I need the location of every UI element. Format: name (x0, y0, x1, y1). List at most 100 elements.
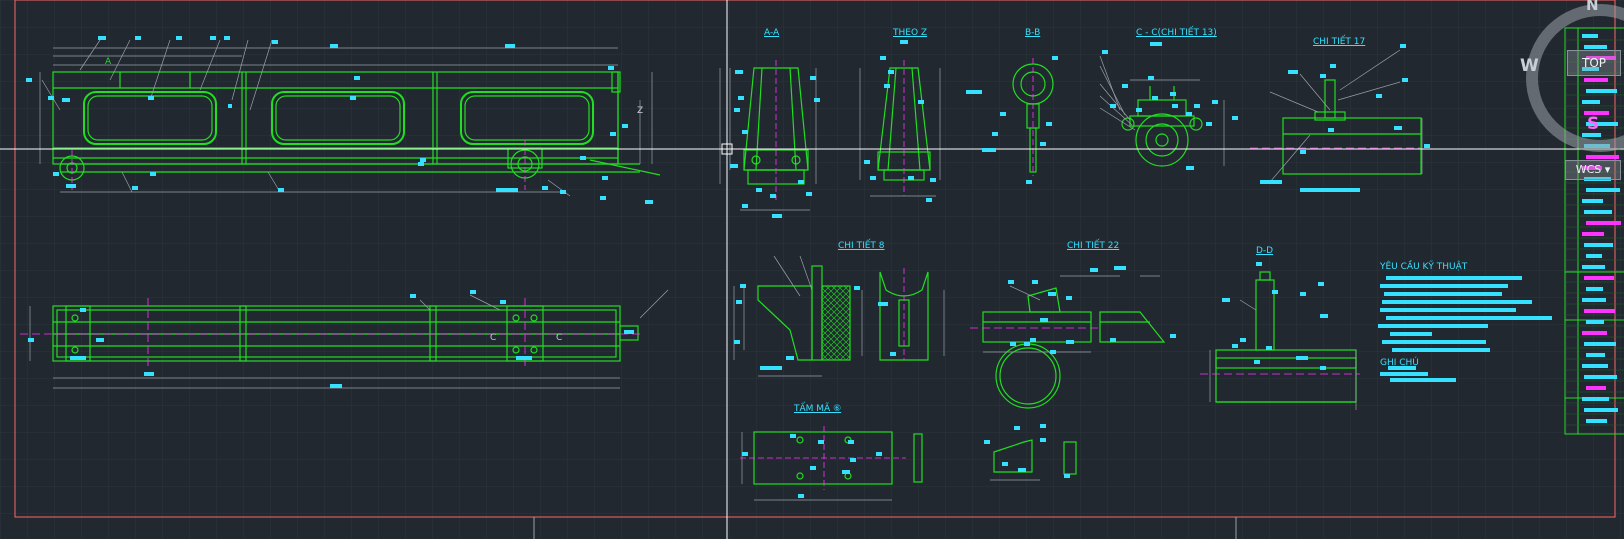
dimension-text (144, 372, 154, 376)
bom-row-text (1584, 408, 1618, 412)
dimension-text (854, 286, 860, 290)
dimension-text (1030, 338, 1036, 342)
dimension-text (1212, 100, 1218, 104)
dimension-text (1232, 116, 1238, 120)
chevron-down-icon: ▾ (1604, 163, 1611, 176)
dimension-text (602, 176, 608, 180)
bom-row-text (1582, 331, 1607, 335)
dimension-text (1320, 366, 1326, 370)
dimension-text (1330, 64, 1336, 68)
dimension-text (1296, 356, 1308, 360)
title-view-z: THEO Z (893, 28, 928, 38)
dimension-text (1394, 126, 1402, 130)
dimension-text (878, 302, 888, 306)
dimension-text (1376, 94, 1382, 98)
dimension-text (516, 356, 532, 360)
dimension-text (900, 40, 908, 44)
dimension-text (272, 40, 278, 44)
viewcube-top-face[interactable]: TOP (1567, 50, 1621, 76)
dimension-text (1026, 180, 1032, 184)
dimension-text (984, 440, 990, 444)
dimension-text (496, 188, 518, 192)
dimension-text (1048, 292, 1056, 296)
dimension-text (1114, 266, 1126, 270)
dimension-text (224, 36, 230, 40)
dimension-text (735, 70, 743, 74)
dimension-text (1052, 56, 1058, 60)
dimension-text (1018, 468, 1026, 472)
bom-row-text (1584, 276, 1614, 280)
requirement-text-line (1382, 340, 1486, 344)
dimension-text (1136, 108, 1142, 112)
dimension-text (1002, 462, 1008, 466)
bom-row-text (1586, 254, 1602, 258)
dimension-text (1064, 474, 1070, 478)
bom-row-text (1582, 364, 1608, 368)
dimension-text (1232, 344, 1238, 348)
dimension-text (966, 90, 982, 94)
dimension-text (1206, 122, 1212, 126)
dimension-text (1170, 92, 1176, 96)
dimension-text (1272, 290, 1278, 294)
dimension-text (1010, 342, 1016, 346)
dimension-text (806, 192, 812, 196)
bom-row-text (1584, 243, 1613, 247)
viewcube-west[interactable]: W (1520, 56, 1539, 76)
dimension-text (560, 190, 566, 194)
bom-row-text (1582, 199, 1603, 203)
dimension-text (28, 338, 34, 342)
dimension-text (772, 214, 782, 218)
dimension-text (135, 36, 141, 40)
requirement-text-line (1390, 332, 1432, 336)
dimension-text (888, 70, 894, 74)
bom-row-text (1586, 287, 1603, 291)
dimension-text (622, 124, 628, 128)
dimension-text (610, 132, 616, 136)
dimension-text (26, 78, 32, 82)
dimension-text (756, 188, 762, 192)
dimension-text (1254, 360, 1260, 364)
title-section-b: B-B (1025, 28, 1041, 38)
dimension-text (864, 160, 870, 164)
bom-row-text (1584, 210, 1612, 214)
wcs-menu[interactable]: WCS ▾ (1565, 160, 1621, 180)
dimension-text (1320, 74, 1326, 78)
dimension-text (736, 300, 742, 304)
dimension-text (1400, 44, 1406, 48)
viewcube-south[interactable]: S (1587, 114, 1599, 134)
dimension-text (930, 178, 936, 182)
requirement-text-line (1380, 284, 1508, 288)
requirement-text-line (1386, 316, 1552, 320)
dimension-text (742, 204, 748, 208)
dimension-text (818, 440, 824, 444)
title-section-c: C - C(CHI TIẾT 13) (1136, 28, 1217, 38)
bom-row-text (1584, 78, 1608, 82)
dimension-text (1402, 78, 1408, 82)
dimension-text (410, 294, 416, 298)
bom-row-text (1586, 386, 1606, 390)
requirement-text-line (1390, 378, 1456, 382)
dimension-text (1110, 104, 1116, 108)
dimension-text (1014, 426, 1020, 430)
dimension-text (1008, 280, 1014, 284)
model-space-canvas[interactable]: A-A THEO Z B-B C - C(CHI TIẾT 13) CHI TI… (0, 0, 1624, 539)
dimension-text (148, 96, 154, 100)
dimension-text (918, 100, 924, 104)
dimension-text (330, 44, 338, 48)
dimension-text (1266, 346, 1272, 350)
dimension-text (278, 188, 284, 192)
dimension-text (1040, 438, 1046, 442)
dimension-text (228, 104, 232, 108)
requirement-text-line (1378, 324, 1488, 328)
dimension-text (814, 98, 820, 102)
bom-row-text (1582, 100, 1600, 104)
viewcube-north[interactable]: N (1586, 0, 1599, 14)
dimension-text (790, 434, 796, 438)
dimension-text (1170, 334, 1176, 338)
dimension-text (786, 356, 794, 360)
dimension-text (880, 56, 886, 60)
dimension-text (1320, 314, 1328, 318)
bom-row-text (1584, 375, 1617, 379)
dimension-text (1122, 84, 1128, 88)
dimension-text (1150, 42, 1162, 46)
